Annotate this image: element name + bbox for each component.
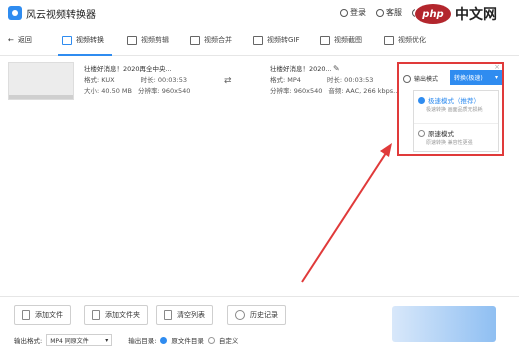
add-folder-label: 添加文件夹 (105, 311, 140, 319)
history-button[interactable]: 历史记录 (227, 305, 286, 325)
output-format-value: MP4 同原文件 (50, 337, 89, 345)
history-label: 历史记录 (250, 311, 278, 319)
output-dir-label: 输出目录: (128, 337, 157, 345)
output-format-label: 输出格式: (14, 337, 43, 345)
clock-icon (235, 310, 245, 320)
radio-original-dir[interactable] (160, 336, 168, 344)
folder-icon (92, 310, 100, 320)
original-dir-label: 原文件目录 (171, 337, 204, 345)
annotation-arrow (301, 143, 392, 283)
bottom-divider (0, 296, 519, 297)
add-file-button[interactable]: 添加文件 (14, 305, 71, 325)
add-file-label: 添加文件 (35, 311, 63, 319)
add-folder-button[interactable]: 添加文件夹 (84, 305, 148, 325)
output-format-select[interactable]: MP4 同原文件 ▾ (46, 334, 113, 346)
custom-dir-label: 自定义 (218, 337, 239, 345)
trash-icon (164, 310, 172, 320)
clear-list-label: 清空列表 (177, 311, 205, 319)
radio-custom-dir[interactable] (207, 336, 215, 344)
start-convert-button[interactable] (392, 306, 496, 342)
clear-list-button[interactable]: 清空列表 (156, 305, 213, 325)
chevron-down-icon: ▾ (105, 336, 109, 344)
output-settings: 输出格式: MP4 同原文件 ▾ 输出目录: 原文件目录 自定义 (14, 334, 238, 346)
file-icon (22, 310, 30, 320)
